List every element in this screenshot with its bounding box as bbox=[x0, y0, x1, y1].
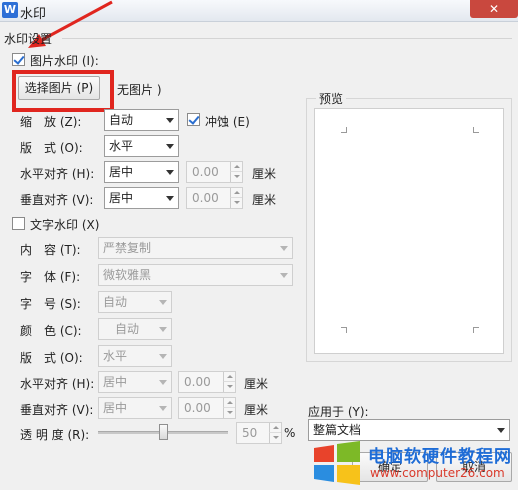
no-picture-label: 无图片 ) bbox=[117, 83, 162, 97]
text-halign-offset-value: 0.00 bbox=[184, 375, 211, 389]
spin-down-icon[interactable] bbox=[230, 198, 242, 208]
chevron-down-icon bbox=[159, 406, 167, 411]
section-divider bbox=[62, 38, 512, 39]
windows-logo-icon bbox=[314, 441, 360, 485]
scale-select[interactable]: 自动 bbox=[104, 109, 179, 131]
text-halign-offset[interactable]: 0.00 bbox=[178, 371, 236, 393]
spin-down-icon[interactable] bbox=[223, 408, 235, 418]
app-icon: W bbox=[2, 2, 18, 18]
chevron-down-icon bbox=[280, 273, 288, 278]
picture-halign-unit: 厘米 bbox=[252, 167, 277, 181]
picture-halign-select[interactable]: 居中 bbox=[104, 161, 179, 183]
chevron-down-icon bbox=[159, 354, 167, 359]
washout-checkbox[interactable] bbox=[187, 113, 200, 126]
transparency-label: 透 明 度 (R): bbox=[20, 428, 90, 442]
picture-layout-value: 水平 bbox=[109, 139, 134, 153]
text-halign-unit: 厘米 bbox=[244, 377, 269, 391]
color-select[interactable]: 自动 bbox=[98, 318, 172, 340]
spin-up-icon[interactable] bbox=[230, 162, 242, 172]
text-valign-offset[interactable]: 0.00 bbox=[178, 397, 236, 419]
text-valign-label: 垂直对齐 (V): bbox=[20, 403, 94, 417]
text-layout-value: 水平 bbox=[103, 349, 128, 363]
text-valign-offset-value: 0.00 bbox=[184, 401, 211, 415]
content-select[interactable]: 严禁复制 bbox=[98, 237, 293, 259]
chevron-down-icon bbox=[159, 300, 167, 305]
scale-value: 自动 bbox=[109, 113, 134, 127]
text-valign-value: 居中 bbox=[103, 401, 128, 415]
picture-watermark-checkbox[interactable] bbox=[12, 53, 25, 66]
text-valign-unit: 厘米 bbox=[244, 403, 269, 417]
chevron-down-icon bbox=[159, 380, 167, 385]
washout-label: 冲蚀 (E) bbox=[205, 115, 250, 129]
text-watermark-label: 文字水印 (X) bbox=[30, 218, 100, 232]
picture-halign-offset[interactable]: 0.00 bbox=[186, 161, 243, 183]
font-label: 字 体 (F): bbox=[20, 270, 81, 284]
picture-valign-offset-value: 0.00 bbox=[192, 191, 219, 205]
picture-valign-label: 垂直对齐 (V): bbox=[20, 193, 94, 207]
chevron-down-icon bbox=[280, 246, 288, 251]
picture-layout-label: 版 式 (O): bbox=[20, 141, 83, 155]
picture-valign-offset[interactable]: 0.00 bbox=[186, 187, 243, 209]
chevron-down-icon bbox=[159, 327, 167, 332]
red-highlight-box bbox=[12, 70, 114, 112]
font-value: 微软雅黑 bbox=[103, 268, 152, 282]
chevron-down-icon bbox=[166, 118, 174, 123]
watermark-site-url: www.computer26.com bbox=[370, 466, 505, 480]
text-layout-select[interactable]: 水平 bbox=[98, 345, 172, 367]
percent-sign: % bbox=[284, 426, 296, 440]
picture-halign-label: 水平对齐 (H): bbox=[20, 167, 95, 181]
text-valign-select[interactable]: 居中 bbox=[98, 397, 172, 419]
spin-up-icon[interactable] bbox=[223, 372, 235, 382]
dialog: W 水印 ✕ 水印设置 图片水印 (I): 选择图片 (P) 无图片 ) 缩 放… bbox=[0, 0, 518, 490]
picture-valign-select[interactable]: 居中 bbox=[104, 187, 179, 209]
spin-down-icon[interactable] bbox=[269, 433, 281, 443]
spin-up-icon[interactable] bbox=[223, 398, 235, 408]
preview-label: 预览 bbox=[316, 90, 347, 107]
apply-to-value: 整篇文档 bbox=[313, 423, 362, 437]
color-value: 自动 bbox=[115, 322, 140, 336]
chevron-down-icon bbox=[166, 196, 174, 201]
site-watermark-overlay: 电脑软硬件教程网 www.computer26.com bbox=[310, 438, 518, 490]
spin-up-icon[interactable] bbox=[230, 188, 242, 198]
chevron-down-icon bbox=[166, 144, 174, 149]
apply-to-label: 应用于 (Y): bbox=[308, 405, 369, 419]
picture-valign-unit: 厘米 bbox=[252, 193, 277, 207]
picture-layout-select[interactable]: 水平 bbox=[104, 135, 179, 157]
preview-corner-mark bbox=[473, 127, 479, 133]
watermark-settings-header: 水印设置 bbox=[4, 32, 53, 46]
size-value: 自动 bbox=[103, 295, 128, 309]
watermark-site-name: 电脑软硬件教程网 bbox=[368, 447, 512, 467]
content-value: 严禁复制 bbox=[103, 241, 152, 255]
content-label: 内 容 (T): bbox=[20, 243, 81, 257]
text-layout-label: 版 式 (O): bbox=[20, 351, 83, 365]
preview-corner-mark bbox=[341, 327, 347, 333]
font-select[interactable]: 微软雅黑 bbox=[98, 264, 293, 286]
scale-label: 缩 放 (Z): bbox=[20, 115, 82, 129]
text-halign-value: 居中 bbox=[103, 375, 128, 389]
picture-valign-value: 居中 bbox=[109, 191, 134, 205]
picture-halign-offset-value: 0.00 bbox=[192, 165, 219, 179]
chevron-down-icon bbox=[497, 428, 505, 433]
color-label: 颜 色 (C): bbox=[20, 324, 82, 338]
transparency-input[interactable]: 50 bbox=[236, 422, 282, 444]
size-label: 字 号 (S): bbox=[20, 297, 81, 311]
picture-halign-value: 居中 bbox=[109, 165, 134, 179]
preview-corner-mark bbox=[473, 327, 479, 333]
picture-watermark-label: 图片水印 (I): bbox=[30, 54, 99, 68]
preview-corner-mark bbox=[341, 127, 347, 133]
close-button[interactable]: ✕ bbox=[470, 0, 518, 18]
transparency-value: 50 bbox=[242, 426, 258, 440]
spin-up-icon[interactable] bbox=[269, 423, 281, 433]
spin-down-icon[interactable] bbox=[230, 172, 242, 182]
text-halign-select[interactable]: 居中 bbox=[98, 371, 172, 393]
text-watermark-checkbox[interactable] bbox=[12, 217, 25, 230]
text-halign-label: 水平对齐 (H): bbox=[20, 377, 95, 391]
transparency-slider-thumb[interactable] bbox=[158, 424, 168, 440]
chevron-down-icon bbox=[166, 170, 174, 175]
size-select[interactable]: 自动 bbox=[98, 291, 172, 313]
spin-down-icon[interactable] bbox=[223, 382, 235, 392]
preview-page bbox=[314, 108, 504, 354]
